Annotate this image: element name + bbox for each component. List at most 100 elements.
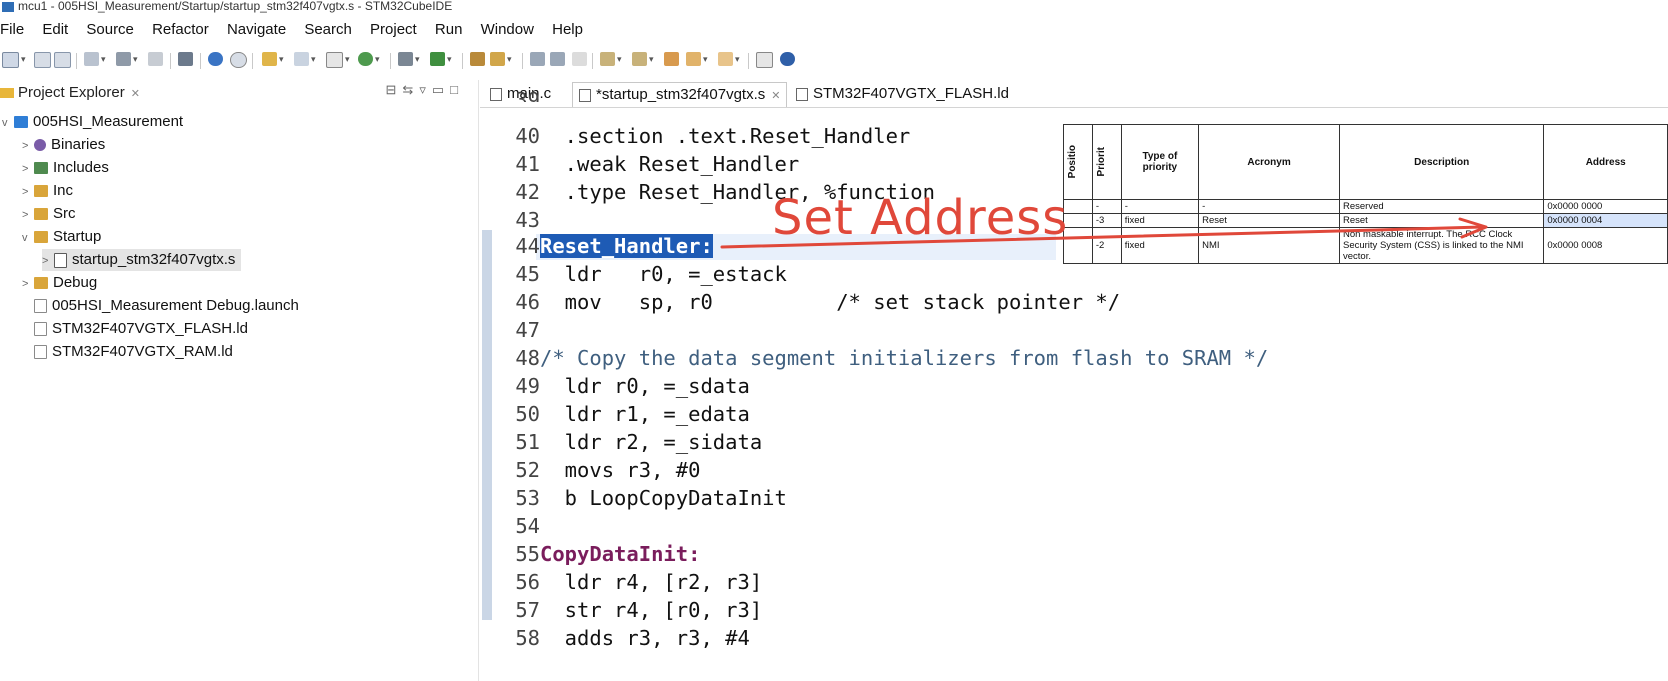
minimize-icon[interactable]: ▭: [432, 82, 450, 97]
menu-source[interactable]: Source: [86, 21, 134, 38]
line-number: 53: [515, 486, 540, 510]
pen-icon[interactable]: ▾: [490, 52, 512, 68]
close-icon[interactable]: ✕: [131, 88, 140, 100]
back-icon[interactable]: ▾: [686, 52, 708, 68]
expand-icon[interactable]: >: [22, 181, 34, 203]
tree-item-ram-ld[interactable]: STM32F407VGTX_RAM.ld: [22, 341, 233, 363]
new-icon[interactable]: ▾: [2, 52, 26, 68]
info-icon[interactable]: [780, 52, 795, 68]
build-all-icon[interactable]: [148, 52, 163, 68]
window-title-bar: mcu1 - 005HSI_Measurement/Startup/startu…: [0, 0, 1668, 14]
last-edit-icon[interactable]: [664, 52, 679, 68]
code-text: ldr r1, =_edata: [540, 402, 750, 426]
project-explorer-panel: Project Explorer ✕ ⊟⇆▿▭□ v 005HSI_Measurem…: [0, 80, 479, 681]
tree-item-includes[interactable]: > Includes: [22, 157, 109, 179]
app-icon: [2, 2, 14, 12]
table-cell: 0x0000 0008: [1543, 227, 1668, 264]
class-icon[interactable]: ▾: [358, 52, 380, 68]
ld-file-icon: [34, 322, 47, 337]
code-text: adds r3, r3, #4: [540, 626, 750, 650]
open-element-icon[interactable]: [550, 52, 565, 68]
project-icon: [14, 116, 28, 129]
menu-bar: File Edit Source Refactor Navigate Searc…: [0, 17, 1668, 43]
code-text: ldr r0, =_sdata: [540, 374, 750, 398]
folder-icon: [34, 185, 48, 198]
expand-icon[interactable]: v: [2, 112, 14, 134]
column-header: Description: [1338, 124, 1545, 200]
new-folder-icon[interactable]: ▾: [294, 52, 316, 68]
code-text: str r4, [r0, r3]: [540, 598, 763, 622]
view-actions: ⊟⇆▿▭□: [386, 82, 465, 98]
ld-file-icon: [796, 87, 808, 101]
line-number: 51: [515, 430, 540, 454]
external-tools-icon[interactable]: [470, 52, 485, 68]
menu-project[interactable]: Project: [370, 21, 417, 38]
build-icon[interactable]: ▾: [116, 52, 138, 68]
menu-refactor[interactable]: Refactor: [152, 21, 209, 38]
ld-file-icon: [34, 345, 47, 360]
paragraph-icon[interactable]: [572, 52, 587, 68]
save-all-icon[interactable]: [54, 52, 71, 68]
menu-navigate[interactable]: Navigate: [227, 21, 286, 38]
menu-run[interactable]: Run: [435, 21, 463, 38]
close-icon[interactable]: ✕: [771, 90, 780, 102]
tree-item-flash-ld[interactable]: STM32F407VGTX_FLASH.ld: [22, 318, 248, 340]
main-toolbar: ▾ ▾ ▾ ▾ ▾ ▾ ▾ ▾ ▾ ▾ ▾ ▾ ▾ ▾: [0, 48, 1668, 74]
reset-address-cell: 0x0000 0004: [1543, 213, 1668, 228]
code-text: movs r3, #0: [540, 458, 701, 482]
menu-window[interactable]: Window: [481, 21, 534, 38]
maximize-icon[interactable]: □: [450, 82, 464, 97]
expand-icon[interactable]: >: [22, 273, 34, 295]
menu-file[interactable]: File: [0, 21, 24, 38]
menu-edit[interactable]: Edit: [42, 21, 68, 38]
line-number: 58: [515, 626, 540, 650]
tree-item-inc[interactable]: > Inc: [22, 180, 73, 202]
build-config-icon[interactable]: ▾: [84, 52, 106, 68]
selected-label[interactable]: Reset_Handler:: [540, 234, 713, 258]
tree-item-project[interactable]: v 005HSI_Measurement: [2, 111, 183, 133]
expand-icon[interactable]: >: [22, 135, 34, 157]
clock-icon[interactable]: [230, 52, 247, 68]
annotation-arrow: [720, 217, 1488, 249]
code-line: 39: [500, 86, 540, 102]
tree-item-src[interactable]: > Src: [22, 203, 76, 225]
perspective-icon[interactable]: [756, 52, 773, 68]
tree-item-label: Src: [53, 205, 76, 222]
open-type-icon[interactable]: [530, 52, 545, 68]
device-config-icon[interactable]: [208, 52, 223, 68]
new-project-icon[interactable]: ▾: [262, 52, 284, 68]
line-number: 46: [515, 290, 540, 314]
line-number: 55: [515, 542, 540, 566]
code-line-reset-handler: 44Reset_Handler:: [500, 232, 713, 260]
collapse-icon[interactable]: v: [22, 227, 34, 249]
tab-startup-s[interactable]: *startup_stm32f407vgtx.s ✕: [572, 82, 788, 107]
prev-annotation-icon[interactable]: ▾: [632, 52, 654, 68]
collapse-all-icon[interactable]: ⊟: [386, 82, 403, 97]
folder-icon: [34, 231, 48, 244]
menu-help[interactable]: Help: [552, 21, 583, 38]
tab-flash-ld[interactable]: STM32F407VGTX_FLASH.ld: [790, 82, 1015, 106]
expand-icon[interactable]: >: [22, 158, 34, 180]
save-icon[interactable]: [34, 52, 51, 68]
tree-item-binaries[interactable]: > Binaries: [22, 134, 105, 156]
tree-item-startup-file[interactable]: > startup_stm32f407vgtx.s: [42, 249, 242, 272]
link-editor-icon[interactable]: ⇆: [402, 82, 419, 97]
expand-icon[interactable]: >: [22, 204, 34, 226]
code-line: 54: [500, 512, 540, 540]
code-text: ldr r2, =_sidata: [540, 430, 763, 454]
next-annotation-icon[interactable]: ▾: [600, 52, 622, 68]
debug-settings-icon[interactable]: [178, 52, 193, 68]
menu-search[interactable]: Search: [304, 21, 352, 38]
line-number: 42: [515, 180, 540, 204]
code-line: 52 movs r3, #0: [500, 456, 700, 484]
run-icon[interactable]: ▾: [430, 52, 452, 68]
debug-icon[interactable]: ▾: [398, 52, 420, 68]
expand-icon[interactable]: >: [42, 250, 54, 272]
tree-item-debug[interactable]: > Debug: [22, 272, 97, 294]
tree-item-startup[interactable]: v Startup: [22, 226, 101, 248]
view-menu-icon[interactable]: ▿: [419, 82, 432, 97]
tree-item-label: STM32F407VGTX_RAM.ld: [52, 343, 233, 360]
tree-item-launch[interactable]: 005HSI_Measurement Debug.launch: [22, 295, 299, 317]
new-file-icon[interactable]: ▾: [326, 52, 350, 68]
forward-icon[interactable]: ▾: [718, 52, 740, 68]
